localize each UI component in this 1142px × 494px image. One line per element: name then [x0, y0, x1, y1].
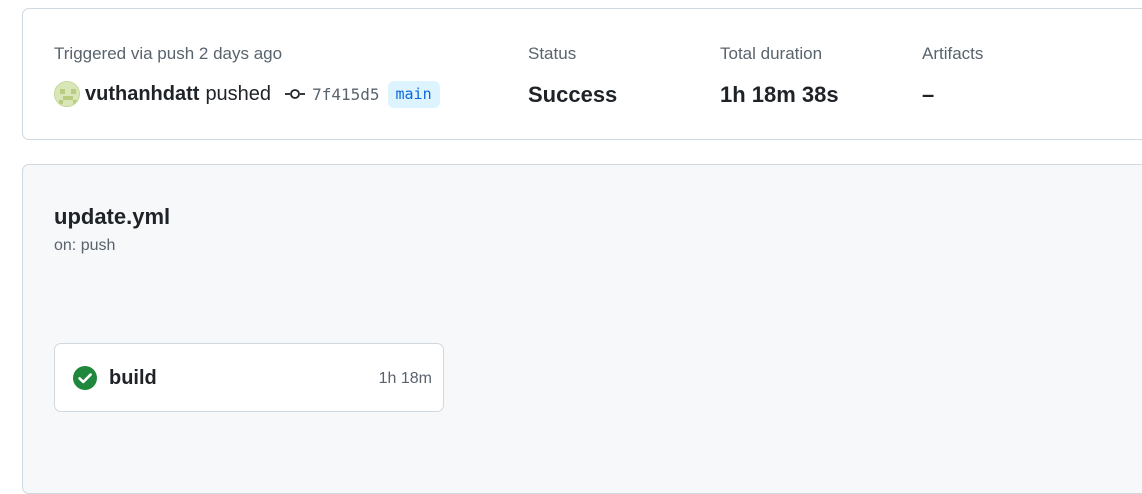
trigger-section: Triggered via push 2 days ago vuthanhdat… [54, 43, 440, 108]
run-summary-card: Triggered via push 2 days ago vuthanhdat… [22, 8, 1142, 140]
job-card-build[interactable]: build 1h 18m [54, 343, 444, 412]
actor-username-link[interactable]: vuthanhdatt [85, 83, 199, 106]
workflow-file-name: update.yml [54, 204, 171, 229]
branch-badge[interactable]: main [387, 80, 440, 108]
avatar-identicon-icon [55, 82, 79, 106]
status-section: Status Success [528, 43, 617, 109]
git-commit-icon [285, 89, 306, 99]
workflow-graph-panel: update.yml on: push build 1h 18m [22, 164, 1142, 494]
workflow-trigger: on: push [54, 237, 116, 254]
action-text: pushed [205, 82, 272, 105]
check-circle-fill-icon [73, 366, 97, 390]
trigger-details: vuthanhdatt pushed 7f415d5 main [54, 79, 440, 109]
artifacts-section: Artifacts – [922, 43, 983, 109]
duration-section: Total duration 1h 18m 38s [720, 43, 839, 109]
actor-avatar[interactable] [54, 81, 80, 107]
job-name: build [109, 367, 157, 389]
job-duration: 1h 18m [378, 370, 432, 387]
artifacts-label: Artifacts [922, 44, 984, 63]
duration-label: Total duration [720, 44, 823, 63]
status-label: Status [528, 44, 577, 63]
artifacts-value: – [922, 82, 935, 107]
trigger-label: Triggered via push 2 days ago [54, 44, 283, 63]
status-value: Success [528, 82, 618, 107]
duration-value: 1h 18m 38s [720, 82, 839, 107]
commit-sha-link[interactable]: 7f415d5 [312, 85, 379, 104]
